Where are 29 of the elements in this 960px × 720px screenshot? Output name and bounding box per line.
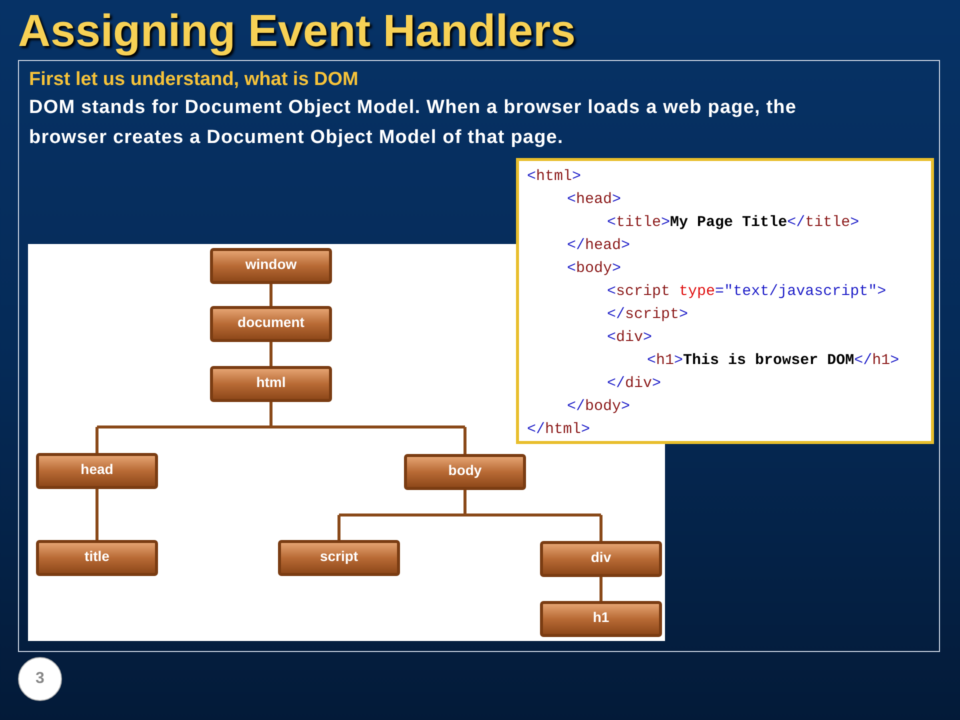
tree-node: div [540, 541, 662, 577]
tree-node: body [404, 454, 526, 490]
code-line: </head> [566, 236, 630, 256]
code-line: <div> [606, 328, 652, 348]
code-line: </body> [566, 397, 630, 417]
connector-line [270, 284, 272, 306]
tree-node: head [36, 453, 158, 489]
code-line: <script type="text/javascript"> [606, 282, 886, 302]
code-line: </html> [527, 420, 590, 440]
heading: First let us understand, what is DOM [29, 68, 358, 92]
slide-number: 3 [18, 657, 62, 701]
code-line: <body> [566, 259, 622, 279]
code-line: </script> [606, 305, 688, 325]
connector-line [96, 489, 98, 540]
code-line: <html> [527, 167, 582, 187]
connector-line [600, 577, 602, 601]
code-line: <title>My Page Title</title> [606, 213, 860, 233]
tree-node: html [210, 366, 332, 402]
code-line: <h1>This is browser DOM</h1> [646, 351, 900, 371]
connector-line [270, 342, 272, 366]
tree-node: document [210, 306, 332, 342]
tree-node: title [36, 540, 158, 576]
paragraph: DOM stands for Document Object Model. When a browser loads a web page, the browser creates a Document Object Model of that page. [29, 96, 798, 150]
tree-node: window [210, 248, 332, 284]
tree-node: h1 [540, 601, 662, 637]
code-line: <head> [566, 190, 622, 210]
code-line: </div> [606, 374, 662, 394]
tree-node: script [278, 540, 400, 576]
slide-title: Assigning Event Handlers [18, 6, 576, 56]
